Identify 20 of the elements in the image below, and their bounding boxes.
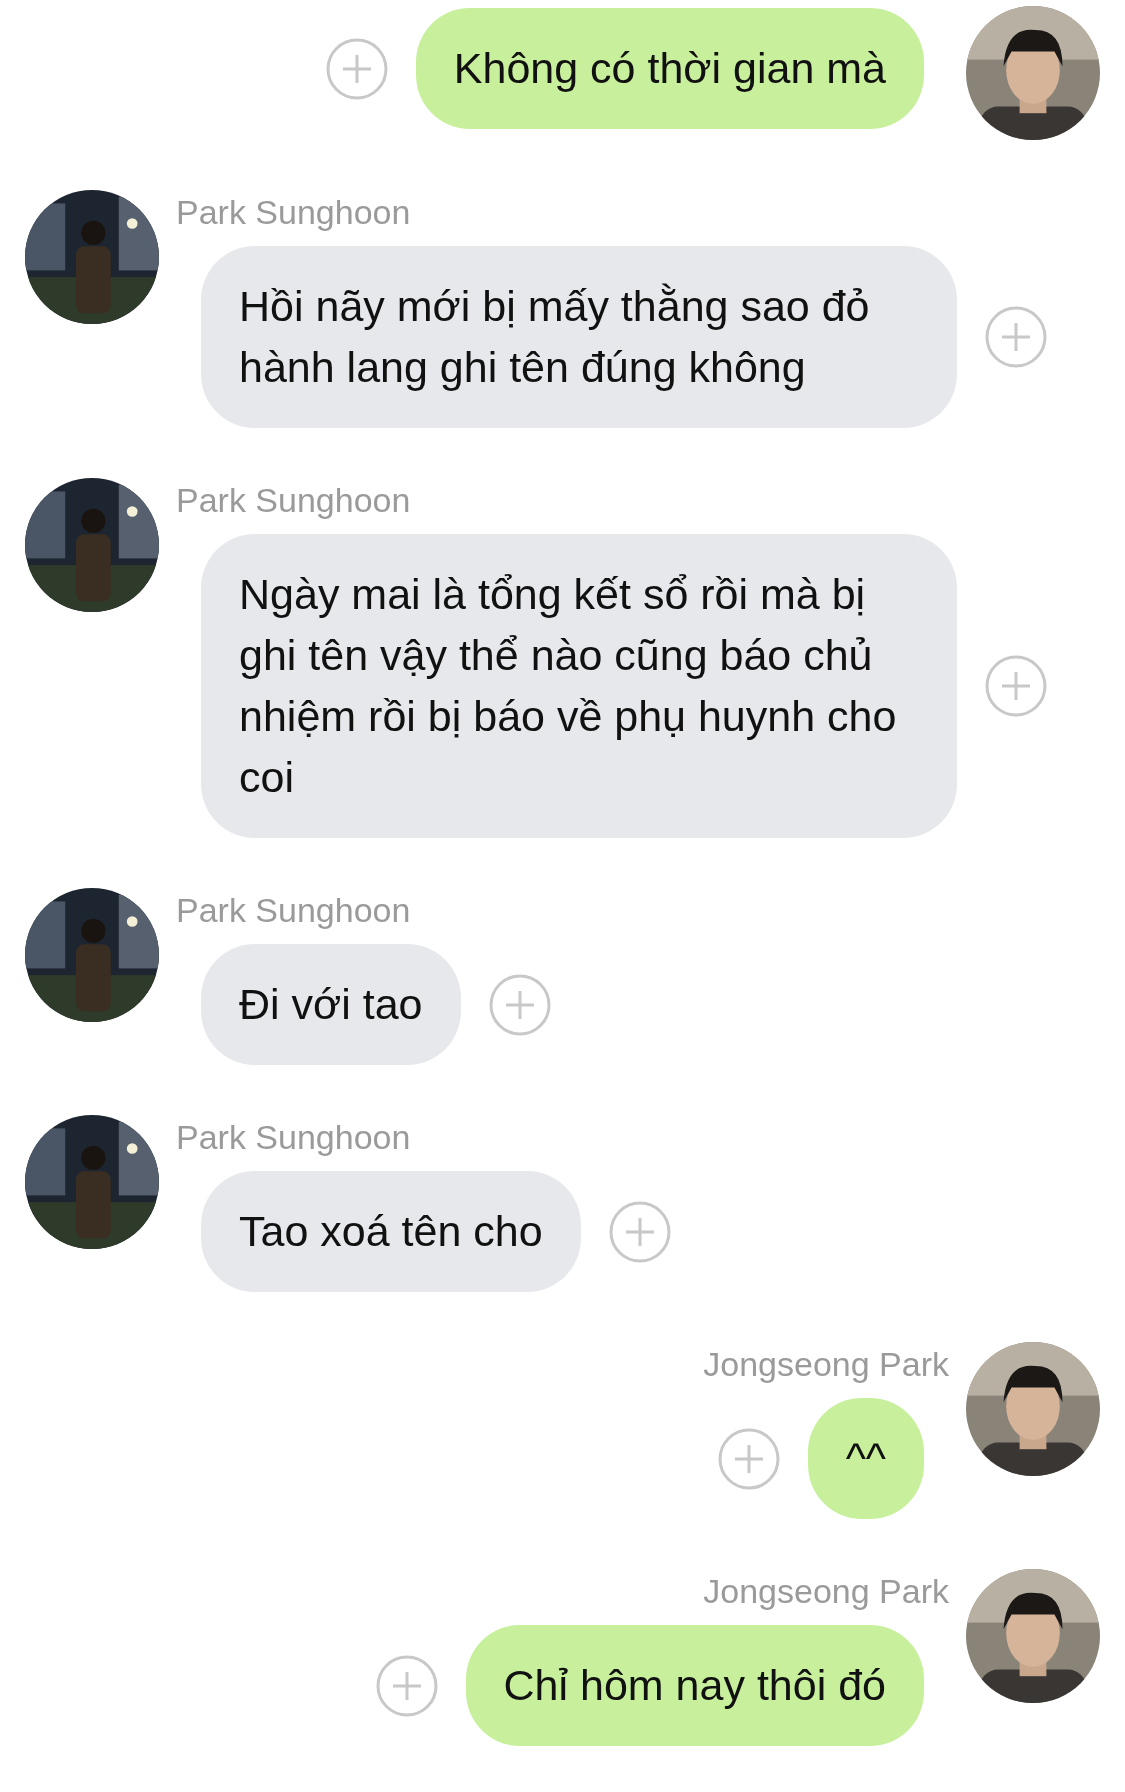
message-bubble: Tao xoá tên cho [201,1171,581,1292]
sender-name: Jongseong Park [703,1571,949,1611]
add-reaction-icon[interactable] [375,1654,438,1717]
sender-name: Park Sunghoon [176,1117,412,1157]
add-reaction-icon[interactable] [608,1200,671,1263]
add-reaction-icon[interactable] [325,37,388,100]
sender-name: Jongseong Park [703,1344,949,1384]
sender-name: Park Sunghoon [176,480,412,520]
add-reaction-icon[interactable] [985,655,1047,717]
message-bubble: Chỉ hôm nay thôi đó [465,1625,924,1746]
add-reaction-icon[interactable] [717,1427,780,1490]
message-bubble: ^^ [807,1398,924,1519]
message-bubble: Không có thời gian mà [415,8,924,129]
message-bubble: Ngày mai là tổng kết sổ rồi mà bị ghi tên vậy thể nào cũng báo chủ nhiệm rồi bị báo về phụ huynh cho coi [201,534,957,838]
sender-name: Park Sunghoon [176,192,412,232]
add-reaction-icon[interactable] [488,973,551,1036]
add-reaction-icon[interactable] [985,306,1047,368]
message-bubble: Đi với tao [201,944,461,1065]
sender-name: Park Sunghoon [176,890,412,930]
message-bubble: Hồi nãy mới bị mấy thằng sao đỏ hành lang ghi tên đúng không [201,246,957,428]
